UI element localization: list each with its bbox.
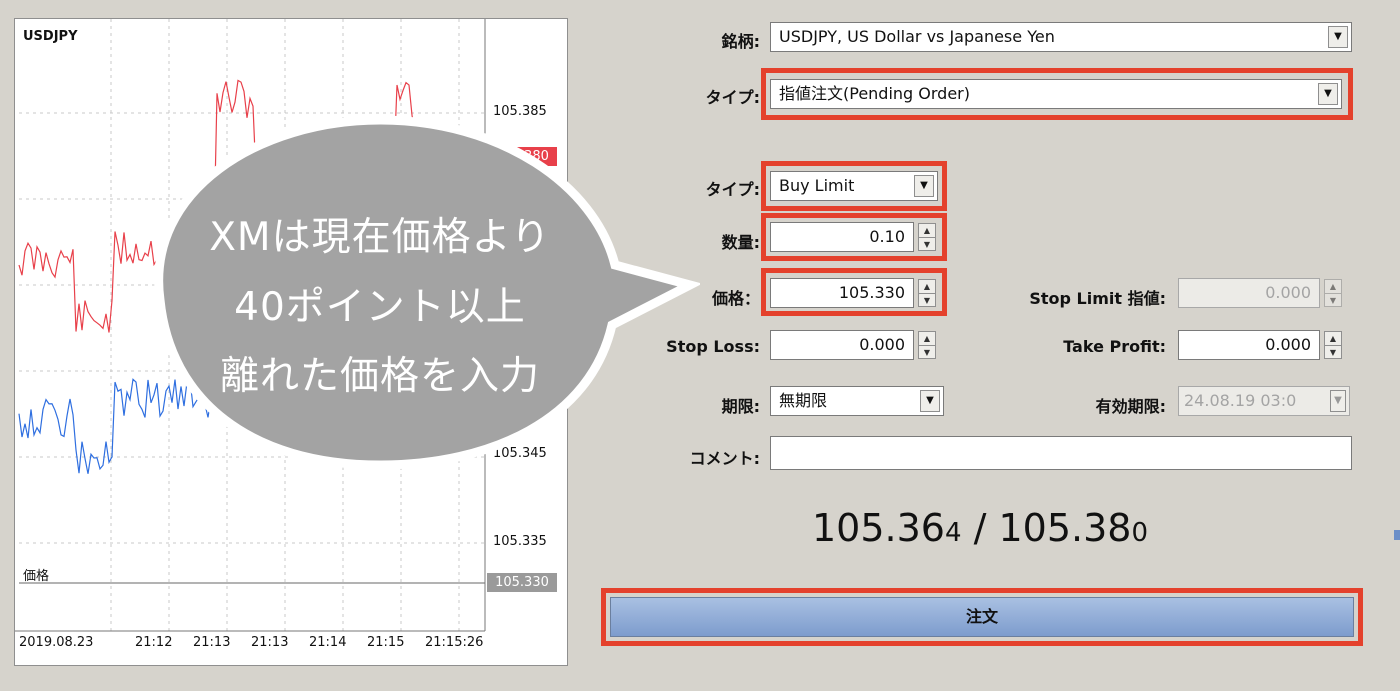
- x-tick-label: 21:12: [135, 635, 173, 650]
- x-tick-label: 21:15:26: [425, 635, 484, 650]
- expiry-date-value: 24.08.19 03:0: [1184, 391, 1297, 410]
- expiry-date-select: 24.08.19 03:0 ▼: [1178, 386, 1350, 416]
- expiry-date-label: 有効期限:: [1095, 397, 1166, 416]
- bid-price: 105.36: [812, 506, 945, 550]
- highlight-box: [761, 161, 947, 211]
- volume-label: 数量:: [721, 233, 760, 252]
- stop-limit-label: Stop Limit 指値:: [1029, 289, 1166, 308]
- comment-label: コメント:: [689, 449, 760, 468]
- price-level-tag: 105.330: [487, 573, 557, 592]
- x-tick-label: 21:15: [367, 635, 405, 650]
- stop-limit-stepper: ▲ ▼: [1324, 279, 1342, 307]
- bid-price-fraction: 4: [944, 518, 962, 548]
- stop-limit-input: 0.000: [1178, 278, 1320, 308]
- order-type-label: タイプ:: [705, 88, 760, 107]
- symbol-select-value: USDJPY, US Dollar vs Japanese Yen: [779, 27, 1055, 46]
- bid-ask-quote: 105.364 / 105.380: [600, 506, 1360, 550]
- stepper-up-icon[interactable]: ▲: [1325, 332, 1341, 346]
- stepper-down-icon[interactable]: ▼: [1325, 346, 1341, 359]
- stepper-up-icon: ▲: [1325, 280, 1341, 294]
- window-edge-mark: [1394, 530, 1400, 540]
- chart-price-label: 価格: [23, 569, 50, 584]
- take-profit-label: Take Profit:: [1063, 337, 1166, 356]
- x-tick-label: 21:13: [193, 635, 231, 650]
- x-tick-label: 2019.08.23: [19, 635, 94, 650]
- stepper-down-icon[interactable]: ▼: [919, 346, 935, 359]
- price-label: 価格：: [711, 289, 760, 308]
- stop-loss-input[interactable]: 0.000: [770, 330, 914, 360]
- quote-separator: /: [961, 506, 999, 550]
- highlight-box: [601, 588, 1363, 646]
- x-tick-label: 21:14: [309, 635, 347, 650]
- callout-text-line: 離れた価格を入力: [219, 354, 540, 399]
- y-tick-label: 105.335: [493, 534, 547, 549]
- symbol-select[interactable]: USDJPY, US Dollar vs Japanese Yen ▼: [770, 22, 1352, 52]
- take-profit-stepper[interactable]: ▲ ▼: [1324, 331, 1342, 359]
- expiry-label: 期限:: [721, 397, 760, 416]
- callout-text-line: XMは現在価格より: [209, 215, 551, 260]
- stop-loss-label: Stop Loss:: [666, 337, 760, 356]
- chevron-down-icon: ▼: [1330, 390, 1346, 412]
- chevron-down-icon[interactable]: ▼: [920, 390, 940, 412]
- expiry-select-value: 無期限: [779, 391, 828, 410]
- chart-symbol: USDJPY: [23, 29, 78, 44]
- ask-price: 105.38: [998, 506, 1132, 550]
- chevron-down-icon[interactable]: ▼: [1328, 26, 1348, 48]
- symbol-label: 銘柄:: [721, 32, 760, 51]
- callout-text-line: 40ポイント以上: [234, 285, 526, 330]
- ask-price-fraction: 0: [1131, 518, 1148, 548]
- stop-loss-stepper[interactable]: ▲ ▼: [918, 331, 936, 359]
- highlight-box: [761, 268, 947, 316]
- pending-type-label: タイプ:: [705, 180, 760, 199]
- x-tick-label: 21:13: [251, 635, 289, 650]
- comment-input[interactable]: [770, 436, 1352, 470]
- take-profit-input[interactable]: 0.000: [1178, 330, 1320, 360]
- highlight-box: [761, 213, 947, 261]
- stepper-down-icon: ▼: [1329, 296, 1337, 305]
- expiry-select[interactable]: 無期限 ▼: [770, 386, 944, 416]
- stepper-up-icon[interactable]: ▲: [919, 332, 935, 346]
- highlight-box: [761, 68, 1353, 120]
